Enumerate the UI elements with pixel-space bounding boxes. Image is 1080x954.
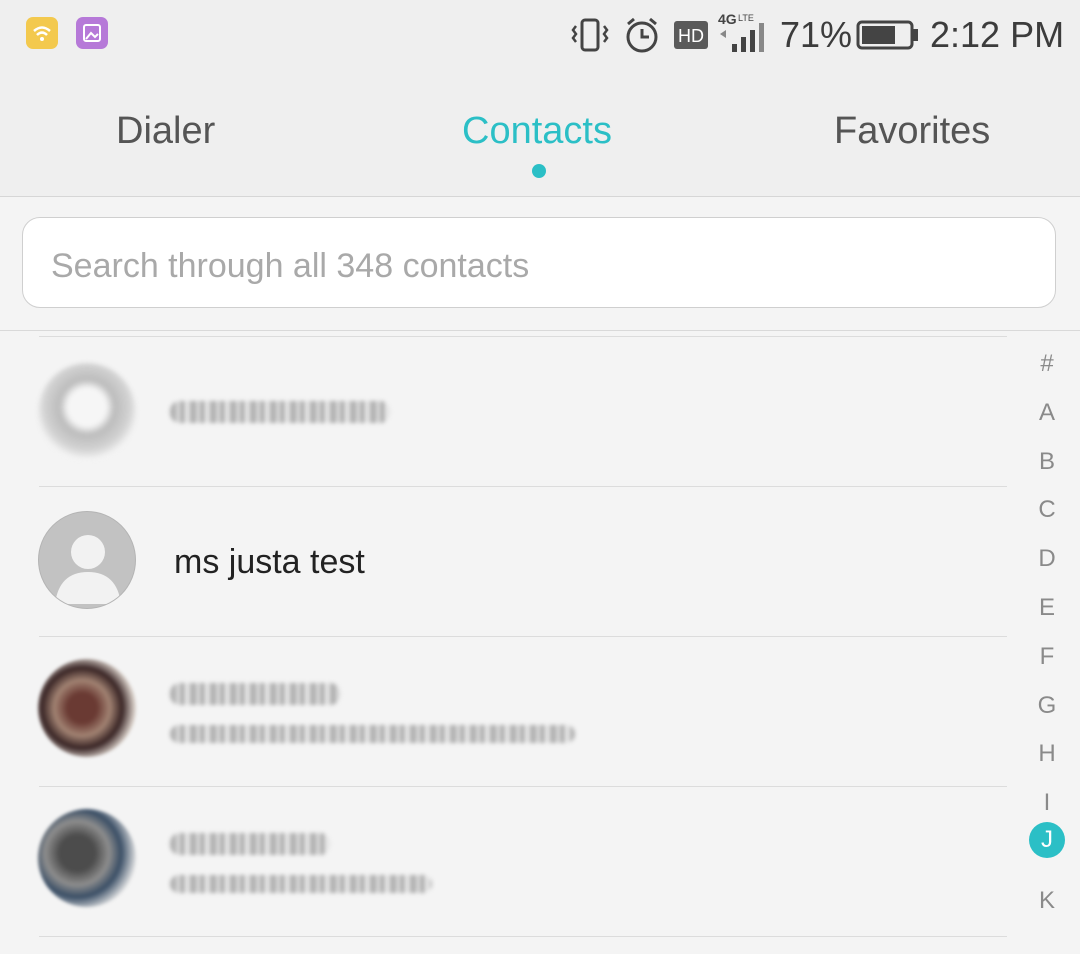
contact-detail-redacted (170, 725, 575, 743)
contact-row[interactable]: ms justa test (0, 487, 1010, 637)
vibrate-icon (570, 12, 612, 58)
contact-name-redacted (170, 683, 340, 705)
battery-percent: 71% (780, 14, 853, 55)
tab-dialer[interactable]: Dialer (116, 110, 215, 153)
alphabet-letter-k[interactable]: K (1022, 887, 1072, 915)
alphabet-letter-a[interactable]: A (1022, 399, 1072, 427)
tab-contacts[interactable]: Contacts (462, 110, 612, 153)
contact-name-redacted (170, 833, 330, 855)
active-tab-indicator (532, 164, 546, 178)
person-icon (55, 535, 121, 604)
alphabet-letter-f[interactable]: F (1022, 643, 1072, 671)
wifi-app-icon (26, 17, 58, 49)
clock: 2:12 PM (930, 14, 1065, 55)
svg-text:LTE: LTE (738, 13, 754, 23)
alphabet-letter-e[interactable]: E (1022, 594, 1072, 622)
svg-text:4G: 4G (718, 12, 737, 27)
search-placeholder: Search through all 348 contacts (51, 247, 530, 285)
contact-row[interactable] (0, 787, 1010, 937)
contact-name-redacted (170, 401, 390, 423)
contact-avatar (38, 659, 136, 757)
contact-avatar (38, 809, 136, 907)
alphabet-letter-g[interactable]: G (1022, 692, 1072, 720)
default-person-avatar (38, 511, 136, 609)
tab-favorites[interactable]: Favorites (834, 110, 990, 153)
divider (39, 936, 1007, 937)
search-area: Search through all 348 contacts (0, 197, 1080, 331)
status-bar: HD 4G LTE 71% 2:12 PM (0, 0, 1080, 70)
alphabet-letter-c[interactable]: C (1022, 496, 1072, 524)
alarm-icon (622, 12, 662, 58)
alphabet-letter-j[interactable]: J (1029, 822, 1065, 858)
contact-detail-redacted (170, 875, 432, 893)
contact-avatar (38, 363, 136, 461)
alphabet-letter-h[interactable]: H (1022, 740, 1072, 768)
hd-voice-icon: HD (674, 12, 708, 58)
alphabet-letter-hash[interactable]: # (1022, 350, 1072, 378)
alphabet-letter-b[interactable]: B (1022, 448, 1072, 476)
gallery-app-icon (76, 17, 108, 49)
alphabet-letter-d[interactable]: D (1022, 545, 1072, 573)
signal-icon: 4G LTE (716, 11, 774, 58)
contact-row[interactable] (0, 637, 1010, 787)
svg-text:HD: HD (678, 26, 704, 46)
tab-bar: Dialer Contacts Favorites (0, 70, 1080, 197)
contact-row[interactable] (0, 337, 1010, 487)
alphabet-letter-i[interactable]: I (1022, 789, 1072, 817)
contact-name: ms justa test (174, 543, 365, 581)
battery-icon (856, 12, 920, 58)
search-input[interactable]: Search through all 348 contacts (22, 217, 1056, 308)
contact-list[interactable]: ms justa test (0, 331, 1010, 954)
